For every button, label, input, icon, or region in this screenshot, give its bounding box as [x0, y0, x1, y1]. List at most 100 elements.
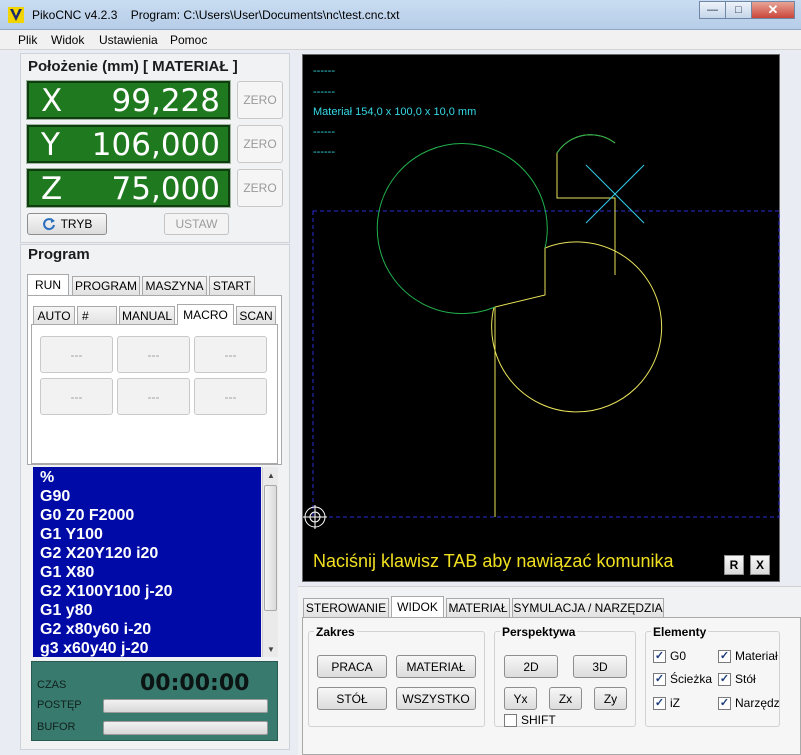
progress-bar — [103, 699, 268, 713]
shift-label: SHIFT — [521, 713, 556, 727]
tab-symulacja[interactable]: SYMULACJA / NARZĘDZIA — [512, 598, 664, 617]
reset-button[interactable]: R — [724, 555, 744, 575]
wszystko-button[interactable]: WSZYSTKO — [396, 687, 476, 710]
tab-widok[interactable]: WIDOK — [391, 596, 444, 617]
app-logo-icon — [8, 7, 24, 23]
clear-button[interactable]: X — [750, 555, 770, 575]
axis-z-letter: Z — [41, 171, 63, 207]
refresh-icon — [42, 218, 55, 231]
material-checkbox-box[interactable]: ✓ — [718, 649, 731, 663]
shift-checkbox[interactable]: SHIFT — [504, 713, 556, 727]
tab-hash[interactable]: # — [77, 306, 117, 325]
info-line: ------ — [313, 146, 335, 158]
stol-label: Stół — [735, 672, 756, 686]
sciezka-checkbox-box[interactable]: ✓ — [653, 672, 666, 686]
view-3d-button[interactable]: 3D — [573, 655, 627, 678]
narzedzie-checkbox-box[interactable]: ✓ — [718, 696, 731, 710]
view-zx-button[interactable]: Zx — [549, 687, 582, 710]
sciezka-label: Ścieżka — [670, 672, 713, 686]
material-checkbox[interactable]: ✓ Materiał — [718, 649, 778, 663]
gcode-scrollbar[interactable]: ▲ ▼ — [262, 467, 278, 657]
stol-button[interactable]: STÓŁ — [317, 687, 387, 710]
position-title: Położenie (mm) [ MATERIAŁ ] — [28, 58, 238, 75]
iz-checkbox[interactable]: ✓ iZ — [653, 696, 680, 710]
menu-widok[interactable]: Widok — [51, 33, 84, 47]
scroll-up-icon[interactable]: ▲ — [263, 467, 279, 483]
axis-y-display: Y 106,000 — [26, 124, 231, 164]
narzedzie-checkbox[interactable]: ✓ Narzędz — [718, 696, 780, 710]
narzedzie-label: Narzędz — [735, 696, 780, 710]
macro-button-4[interactable]: --- — [40, 378, 113, 415]
menu-plik[interactable]: Plik — [18, 33, 37, 47]
macro-button-1[interactable]: --- — [40, 336, 113, 373]
minimize-button[interactable]: — — [699, 1, 725, 19]
tab-manual[interactable]: MANUAL — [119, 306, 175, 325]
gcode-line: g3 x60y40 j-20 — [40, 640, 149, 657]
zero-z-button[interactable]: ZERO — [237, 169, 283, 207]
axis-y-letter: Y — [41, 127, 60, 163]
toolpath-arc-lower — [376, 143, 548, 314]
view-zy-button[interactable]: Zy — [594, 687, 627, 710]
toolpath-upper — [556, 134, 616, 275]
g0-checkbox-box[interactable]: ✓ — [653, 649, 666, 663]
macro-button-3[interactable]: --- — [194, 336, 267, 373]
menu-pomoc[interactable]: Pomoc — [170, 33, 207, 47]
iz-label: iZ — [670, 696, 680, 710]
gcode-line: G1 Y100 — [40, 526, 103, 543]
tab-sterowanie[interactable]: STEROWANIE — [303, 598, 389, 617]
macro-button-6[interactable]: --- — [194, 378, 267, 415]
scroll-thumb[interactable] — [264, 485, 277, 611]
mode-button[interactable]: TRYB — [27, 213, 107, 235]
praca-button[interactable]: PRACA — [317, 655, 387, 678]
info-line: ------ — [313, 86, 335, 98]
zero-x-button[interactable]: ZERO — [237, 81, 283, 119]
set-button[interactable]: USTAW — [164, 213, 229, 235]
maximize-button[interactable]: □ — [725, 1, 751, 19]
buffer-bar — [103, 721, 268, 735]
tab-auto[interactable]: AUTO — [33, 306, 75, 325]
program-title: Program — [28, 246, 90, 263]
tab-program[interactable]: PROGRAM — [72, 276, 140, 295]
menu-ustawienia[interactable]: Ustawienia — [99, 33, 158, 47]
tab-start[interactable]: START — [209, 276, 255, 295]
elementy-title: Elementy — [651, 625, 709, 639]
shift-checkbox-box[interactable] — [504, 713, 517, 727]
view-2d-button[interactable]: 2D — [504, 655, 558, 678]
macro-button-2[interactable]: --- — [117, 336, 190, 373]
g0-checkbox[interactable]: ✓ G0 — [653, 649, 686, 663]
stol-checkbox[interactable]: ✓ Stół — [718, 672, 756, 686]
close-button[interactable]: ✕ — [751, 1, 795, 19]
status-box: CZAS 00:00:00 POSTĘP BUFOR — [31, 661, 278, 741]
toolpath-canvas — [303, 134, 780, 529]
gcode-listing[interactable]: % G90 G0 Z0 F2000 G1 Y100 G2 X20Y120 i20… — [33, 467, 261, 657]
view-yx-button[interactable]: Yx — [504, 687, 537, 710]
macro-button-5[interactable]: --- — [117, 378, 190, 415]
gcode-line: G2 x80y60 i-20 — [40, 621, 152, 638]
tab-scan[interactable]: SCAN — [236, 306, 276, 325]
scroll-down-icon[interactable]: ▼ — [263, 641, 279, 657]
material-outline — [312, 210, 780, 518]
material-label: Materiał — [735, 649, 778, 663]
tab-run[interactable]: RUN — [27, 274, 69, 295]
tab-material[interactable]: MATERIAŁ — [446, 598, 510, 617]
perspektywa-title: Perspektywa — [500, 625, 578, 639]
stol-checkbox-box[interactable]: ✓ — [718, 672, 731, 686]
sciezka-checkbox[interactable]: ✓ Ścieżka — [653, 672, 712, 686]
gcode-line: G1 y80 — [40, 602, 93, 619]
info-line: ------ — [313, 65, 335, 77]
material-button[interactable]: MATERIAŁ — [396, 655, 476, 678]
zero-y-button[interactable]: ZERO — [237, 125, 283, 163]
tab-maszyna[interactable]: MASZYNA — [142, 276, 207, 295]
toolpath-lead — [491, 241, 663, 517]
axis-x-value: 99,228 — [111, 83, 220, 119]
toolpath-arc-upper — [556, 134, 616, 154]
toolpath-viewport[interactable]: ------ ------ Materiał 154,0 x 100,0 x 1… — [302, 54, 780, 582]
gcode-line: G1 X80 — [40, 564, 95, 581]
g0-label: G0 — [670, 649, 687, 663]
time-label: CZAS — [37, 679, 67, 691]
tab-macro[interactable]: MACRO — [177, 304, 234, 325]
iz-checkbox-box[interactable]: ✓ — [653, 696, 666, 710]
axis-x-display: X 99,228 — [26, 80, 231, 120]
progress-label: POSTĘP — [37, 699, 82, 711]
material-info: Materiał 154,0 x 100,0 x 10,0 mm — [313, 106, 477, 118]
